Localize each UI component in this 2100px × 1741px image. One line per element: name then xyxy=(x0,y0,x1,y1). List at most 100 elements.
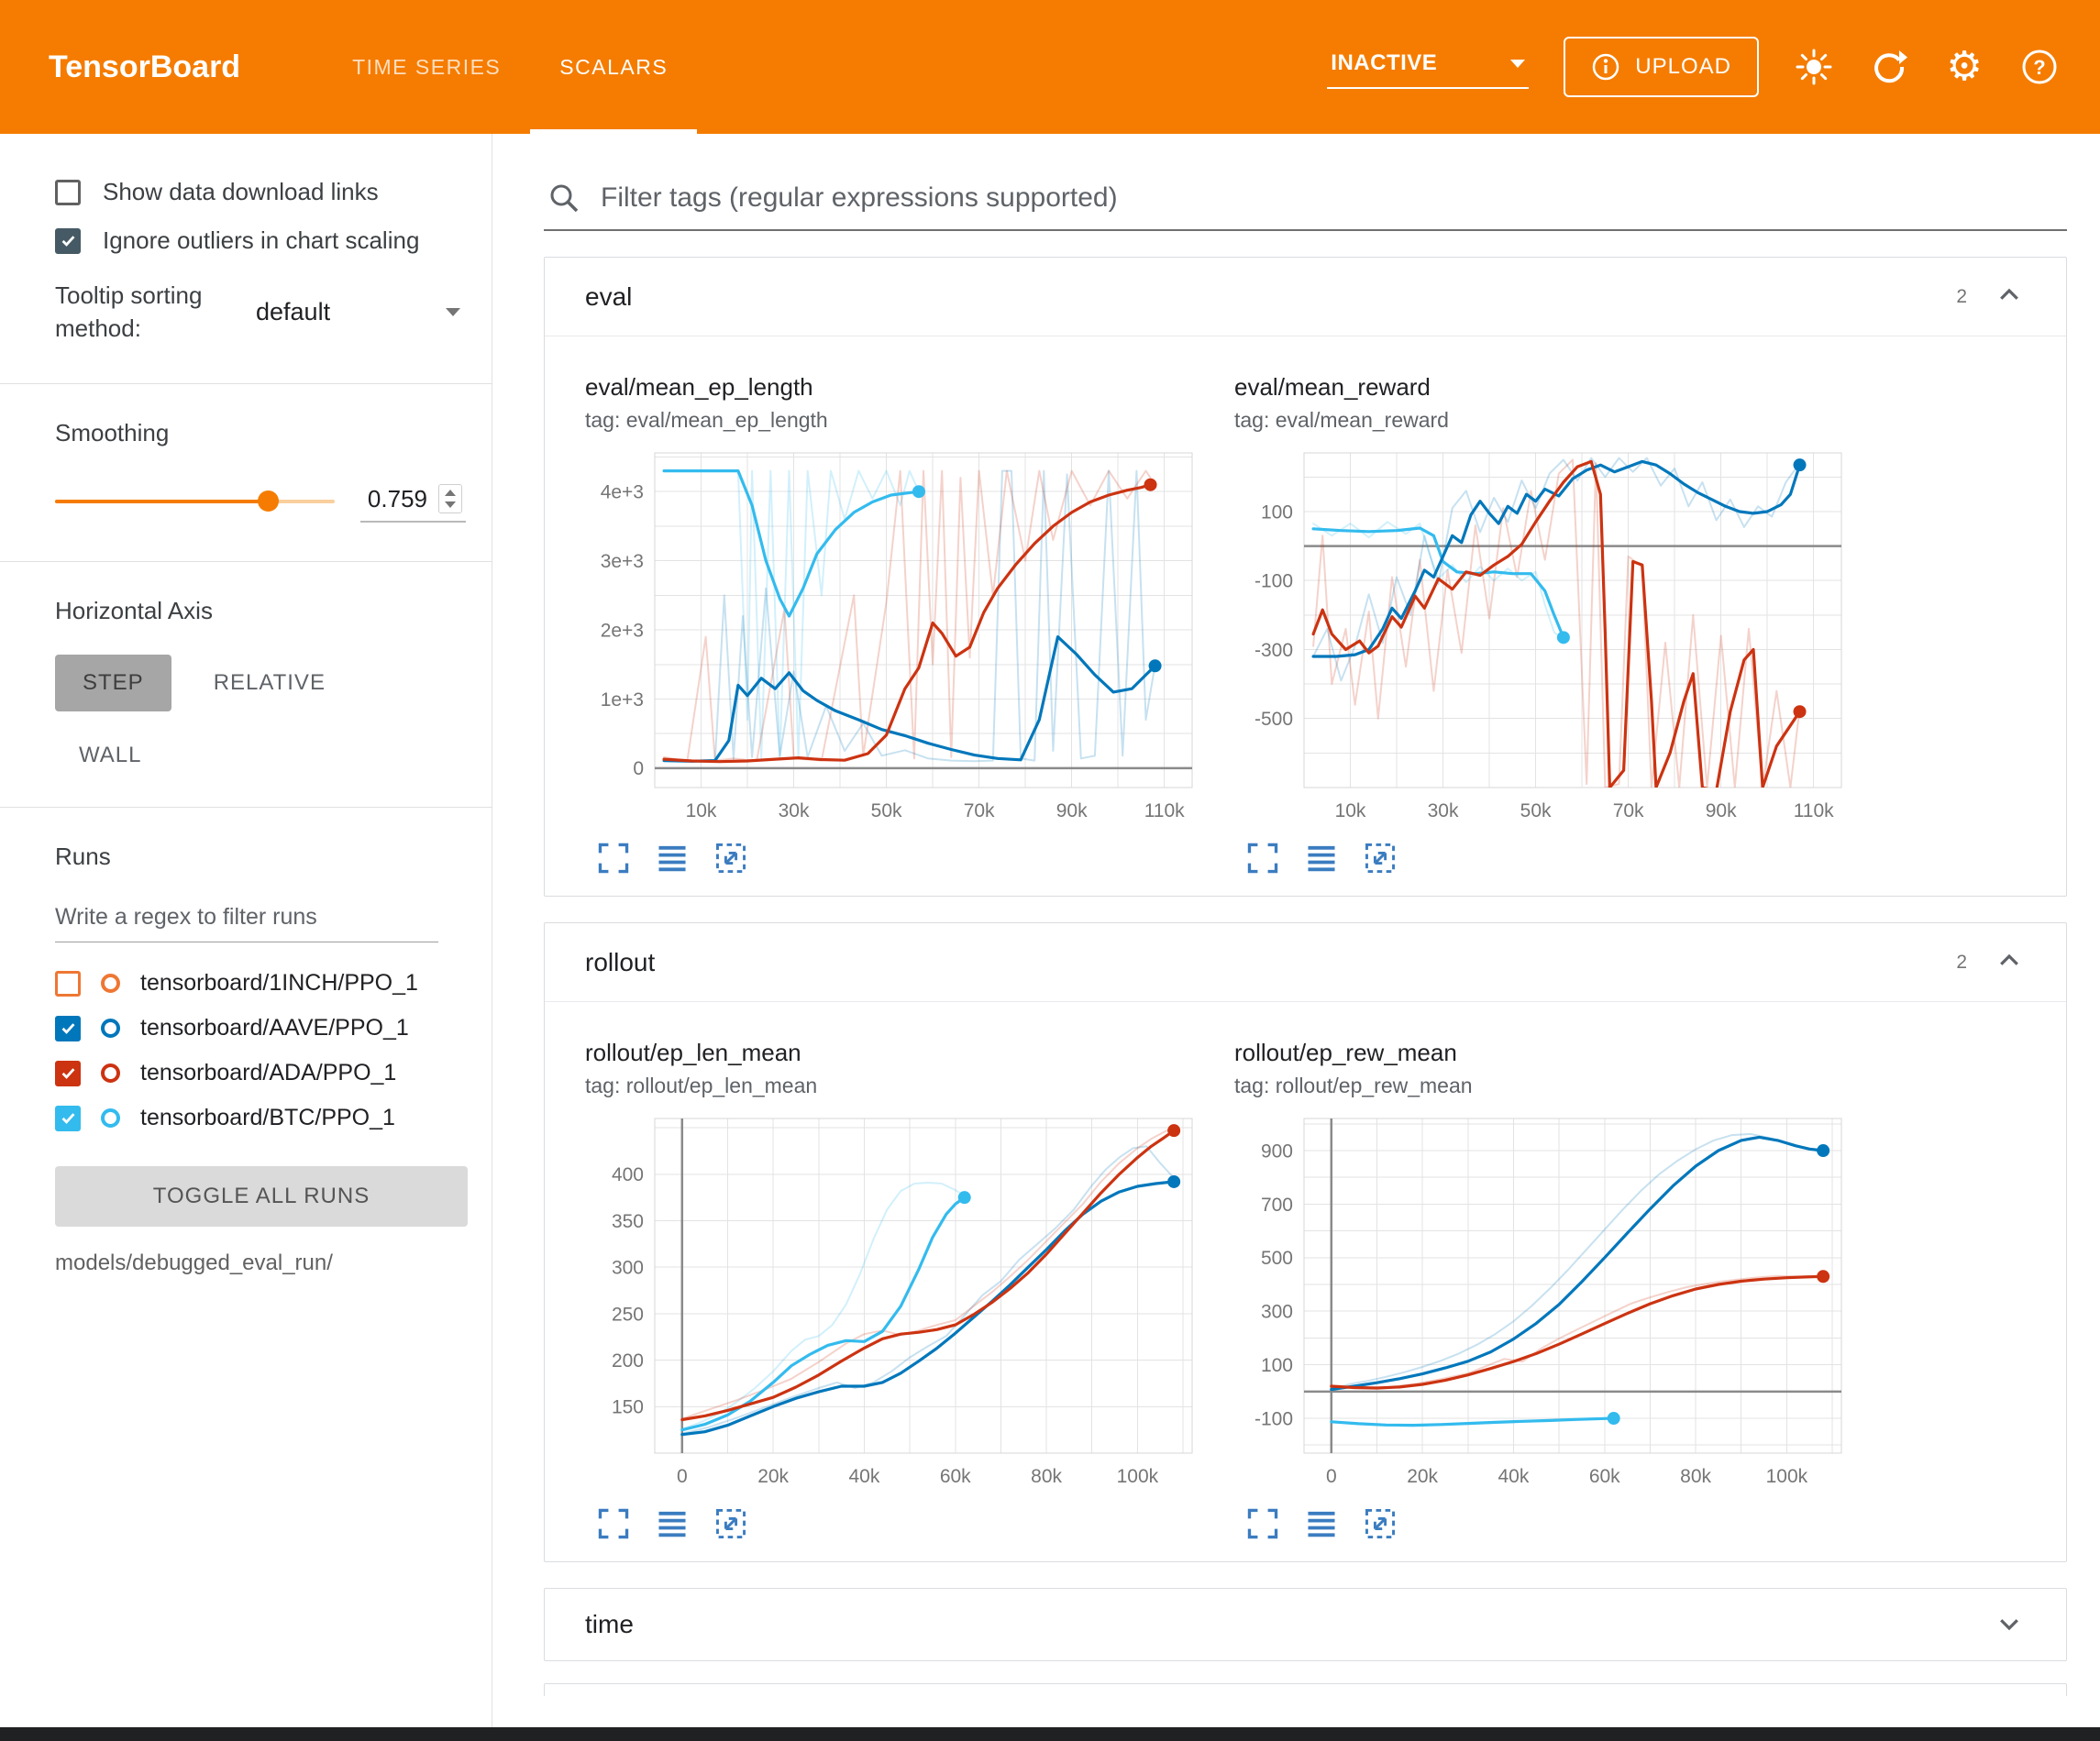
run-checkbox[interactable] xyxy=(55,1016,81,1041)
run-color-circle[interactable] xyxy=(101,974,120,993)
window-edge xyxy=(0,1727,2100,1741)
svg-text:500: 500 xyxy=(1261,1248,1293,1269)
svg-text:100: 100 xyxy=(1261,501,1293,523)
upload-button[interactable]: UPLOAD xyxy=(1564,37,1759,97)
section-title: rollout xyxy=(585,948,655,977)
tag-filter-input[interactable] xyxy=(601,182,2063,214)
chart-toolbar xyxy=(585,1506,1201,1541)
header-actions: INACTIVE UPLOAD ⚙ ? xyxy=(1327,0,2100,134)
run-label: tensorboard/BTC/PPO_1 xyxy=(140,1105,395,1131)
svg-text:0: 0 xyxy=(633,758,644,779)
tab-time-series[interactable]: TIME SERIES xyxy=(323,0,530,134)
svg-text:900: 900 xyxy=(1261,1140,1293,1162)
run-color-circle[interactable] xyxy=(101,1108,120,1128)
chart-rollout-ep-len-mean: rollout/ep_len_mean tag: rollout/ep_len_… xyxy=(585,1039,1201,1541)
run-color-circle[interactable] xyxy=(101,1063,120,1083)
app-header: TensorBoard TIME SERIES SCALARS INACTIVE… xyxy=(0,0,2100,134)
collapse-section-button[interactable] xyxy=(1993,281,2026,314)
plot-eval-mean-reward[interactable]: 100-100-300-50010k30k50k70k90k110k xyxy=(1234,444,1851,833)
horizontal-axis-label: Horizontal Axis xyxy=(55,597,466,625)
wall-button[interactable]: WALL xyxy=(79,743,141,768)
data-table-button[interactable] xyxy=(1304,841,1339,876)
ignore-outliers-row[interactable]: Ignore outliers in chart scaling xyxy=(55,226,466,255)
tooltip-sorting-select[interactable]: default xyxy=(250,291,466,334)
plot-rollout-ep-len-mean[interactable]: 150200250300350400020k40k60k80k100k xyxy=(585,1109,1201,1499)
section-time-header[interactable]: time xyxy=(545,1589,2066,1660)
section-rollout-header[interactable]: rollout 2 xyxy=(545,923,2066,1002)
data-table-button[interactable] xyxy=(655,1506,690,1541)
ignore-outliers-checkbox[interactable] xyxy=(55,228,81,254)
run-color-circle[interactable] xyxy=(101,1019,120,1038)
info-icon xyxy=(1591,52,1620,82)
svg-text:250: 250 xyxy=(612,1304,644,1325)
section-eval-header[interactable]: eval 2 xyxy=(545,258,2066,336)
upload-label: UPLOAD xyxy=(1635,54,1731,80)
svg-text:-300: -300 xyxy=(1254,640,1293,661)
step-button[interactable]: STEP xyxy=(55,655,171,711)
refresh-icon[interactable] xyxy=(1869,47,1909,87)
run-row-ada[interactable]: tensorboard/ADA/PPO_1 xyxy=(55,1060,466,1086)
chart-toolbar xyxy=(585,841,1201,876)
svg-text:300: 300 xyxy=(1261,1302,1293,1323)
collapse-section-button[interactable] xyxy=(1993,946,2026,979)
fullscreen-button[interactable] xyxy=(596,841,631,876)
divider xyxy=(0,383,492,384)
run-list: tensorboard/1INCH/PPO_1 tensorboard/AAVE… xyxy=(55,970,466,1131)
number-spinner[interactable] xyxy=(438,484,462,513)
show-download-links-checkbox[interactable] xyxy=(55,180,81,205)
fullscreen-button[interactable] xyxy=(1245,841,1280,876)
expand-section-button[interactable] xyxy=(1993,1608,2026,1641)
status-dropdown[interactable]: INACTIVE xyxy=(1327,45,1529,89)
data-table-button[interactable] xyxy=(655,841,690,876)
chevron-up-icon xyxy=(1995,281,2023,309)
fit-domain-button[interactable] xyxy=(1363,1506,1398,1541)
data-table-button[interactable] xyxy=(1304,1506,1339,1541)
fullscreen-button[interactable] xyxy=(1245,1506,1280,1541)
spinner-down-icon[interactable] xyxy=(445,501,456,508)
check-icon xyxy=(60,1109,77,1127)
divider xyxy=(0,561,492,562)
fit-domain-button[interactable] xyxy=(713,841,748,876)
relative-button[interactable]: RELATIVE xyxy=(214,670,326,696)
dashboard-main: eval 2 eval/mean_ep_length tag: eval/mea… xyxy=(492,134,2100,1741)
svg-text:80k: 80k xyxy=(1680,1466,1711,1487)
tab-scalars[interactable]: SCALARS xyxy=(530,0,697,134)
fit-domain-button[interactable] xyxy=(1363,841,1398,876)
svg-text:100k: 100k xyxy=(1117,1466,1159,1487)
runs-filter-input[interactable] xyxy=(55,897,438,942)
slider-knob[interactable] xyxy=(258,490,279,512)
help-icon[interactable]: ? xyxy=(2019,47,2060,87)
run-row-1inch[interactable]: tensorboard/1INCH/PPO_1 xyxy=(55,970,466,997)
settings-sidebar: Show data download links Ignore outliers… xyxy=(0,134,492,1741)
chart-tag: tag: eval/mean_reward xyxy=(1234,408,1851,433)
svg-text:60k: 60k xyxy=(940,1466,971,1487)
run-row-btc[interactable]: tensorboard/BTC/PPO_1 xyxy=(55,1105,466,1131)
run-row-aave[interactable]: tensorboard/AAVE/PPO_1 xyxy=(55,1015,466,1041)
svg-text:110k: 110k xyxy=(1794,800,1834,821)
plot-eval-mean-ep-length[interactable]: 01e+32e+33e+34e+310k30k50k70k90k110k xyxy=(585,444,1201,833)
svg-text:2e+3: 2e+3 xyxy=(601,620,644,641)
plot-rollout-ep-rew-mean[interactable]: -100100300500700900020k40k60k80k100k xyxy=(1234,1109,1851,1499)
brightness-icon[interactable] xyxy=(1794,47,1834,87)
toggle-all-runs-button[interactable]: TOGGLE ALL RUNS xyxy=(55,1166,468,1227)
svg-text:4e+3: 4e+3 xyxy=(601,482,644,503)
run-checkbox[interactable] xyxy=(55,971,81,997)
fit-domain-button[interactable] xyxy=(713,1506,748,1541)
svg-text:40k: 40k xyxy=(1498,1466,1530,1487)
settings-icon[interactable]: ⚙ xyxy=(1944,47,1984,87)
svg-text:20k: 20k xyxy=(1407,1466,1438,1487)
chart-rollout-ep-rew-mean: rollout/ep_rew_mean tag: rollout/ep_rew_… xyxy=(1234,1039,1851,1541)
section-title: time xyxy=(585,1610,634,1639)
spinner-up-icon[interactable] xyxy=(445,490,456,496)
chevron-down-icon xyxy=(1995,1610,2023,1637)
svg-text:150: 150 xyxy=(612,1397,644,1418)
svg-text:3e+3: 3e+3 xyxy=(601,551,644,572)
fullscreen-button[interactable] xyxy=(596,1506,631,1541)
run-checkbox[interactable] xyxy=(55,1061,81,1086)
svg-text:50k: 50k xyxy=(871,800,902,821)
smoothing-value-input[interactable]: 0.759 xyxy=(360,480,466,523)
run-checkbox[interactable] xyxy=(55,1106,81,1131)
ignore-outliers-label: Ignore outliers in chart scaling xyxy=(103,226,419,255)
show-download-links-row[interactable]: Show data download links xyxy=(55,178,466,206)
smoothing-slider[interactable] xyxy=(55,485,335,518)
